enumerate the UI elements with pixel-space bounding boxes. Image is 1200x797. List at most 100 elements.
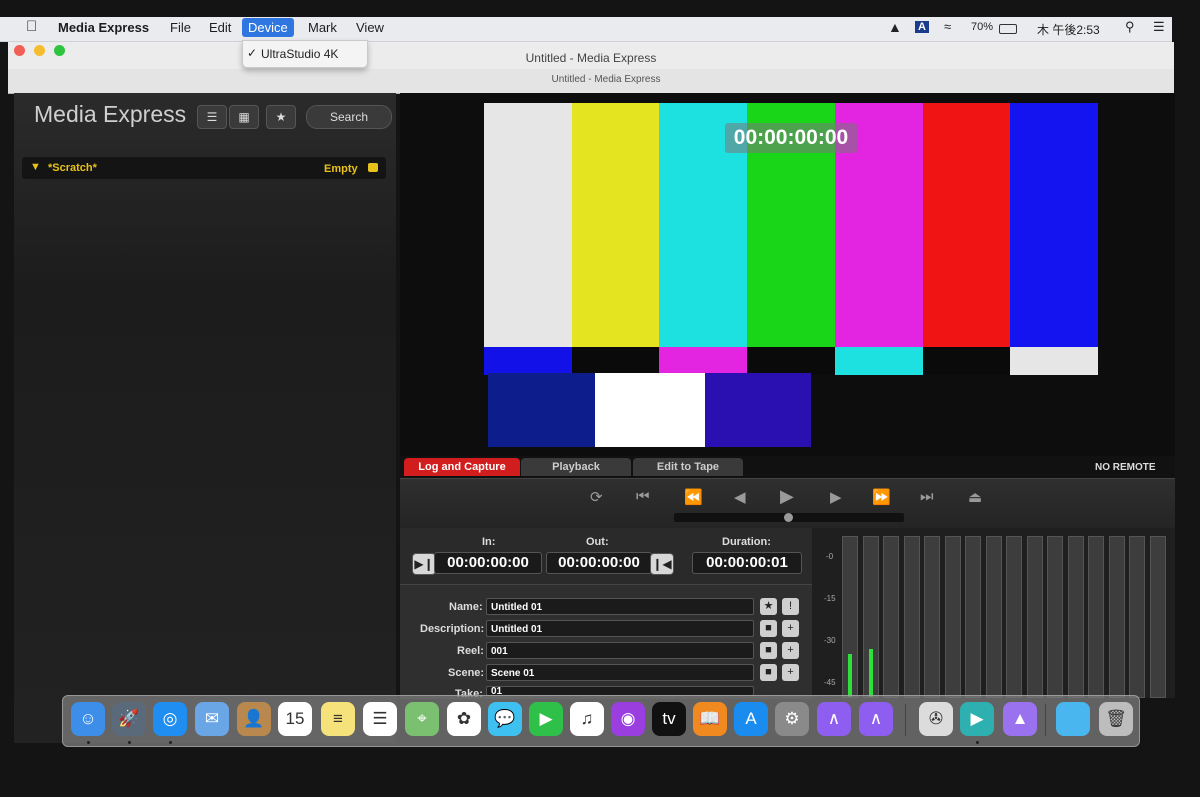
go-to-end-icon[interactable]: ⏭ — [920, 488, 934, 505]
finder-icon[interactable]: ☺ — [71, 702, 105, 736]
device-ultrastudio-item[interactable]: UltraStudio 4K — [261, 47, 338, 61]
step-forward-icon[interactable]: ▶ — [830, 488, 842, 506]
blackmagic-desktop-setup-icon[interactable]: ▲ — [1003, 702, 1037, 736]
mail-icon[interactable]: ✉ — [195, 702, 229, 736]
mark-out-button[interactable]: ❙◀ — [650, 553, 674, 575]
device-dropdown: ✓ UltraStudio 4K — [242, 40, 368, 68]
blackmagic-app-icon[interactable]: ∧ — [817, 702, 851, 736]
messages-icon[interactable]: 💬 — [488, 702, 522, 736]
in-label: In: — [482, 536, 496, 548]
scene-field[interactable]: Scene 01 — [486, 664, 754, 681]
reel-increment-button[interactable]: + — [782, 642, 799, 659]
jog-shuttle-knob[interactable] — [784, 513, 793, 522]
viewer-timecode: 00:00:00:00 — [725, 123, 857, 153]
launchpad-icon[interactable]: 🚀 — [112, 702, 146, 736]
color-bar — [659, 347, 747, 375]
calendar-icon[interactable]: 15 — [278, 702, 312, 736]
name-field[interactable]: Untitled 01 — [486, 598, 754, 615]
menu-file[interactable]: File — [170, 20, 191, 35]
video-viewer: 00:00:00:00 — [400, 93, 1175, 456]
notes-icon[interactable]: ≡ — [321, 702, 355, 736]
battery-icon[interactable] — [999, 24, 1017, 34]
scratch-bin-row[interactable]: ▼ *Scratch* Empty — [22, 157, 386, 179]
go-to-start-icon[interactable]: ⏮ — [636, 488, 650, 505]
color-bar — [484, 347, 572, 375]
color-bar — [572, 347, 660, 375]
media-browser: Media Express ☰ ▦ ★ Search ▼ *Scratch* E… — [14, 93, 396, 743]
loop-icon[interactable]: ⟳ — [590, 488, 603, 506]
disk-utility-icon[interactable]: ▶ — [960, 702, 994, 736]
jog-shuttle-slider[interactable] — [674, 513, 904, 522]
fast-forward-icon[interactable]: ⏩ — [872, 488, 891, 506]
good-take-button[interactable]: ! — [782, 598, 799, 615]
description-increment-button[interactable]: + — [782, 620, 799, 637]
play-icon[interactable]: ▶ — [780, 486, 794, 507]
blackmagic-app-icon-2[interactable]: ∧ — [859, 702, 893, 736]
system-preferences-icon[interactable]: ⚙ — [775, 702, 809, 736]
input-source-icon[interactable]: A — [915, 21, 929, 33]
menu-view[interactable]: View — [356, 20, 384, 35]
reel-lock-button[interactable]: ■ — [760, 642, 777, 659]
app-menu[interactable]: Media Express — [58, 20, 149, 35]
wifi-icon[interactable]: ≈ — [944, 19, 951, 34]
downloads-folder-icon[interactable] — [1056, 702, 1090, 736]
color-bar — [835, 347, 923, 375]
battery-percentage: 70% — [971, 21, 994, 33]
reminders-icon[interactable]: ☰ — [363, 702, 397, 736]
menu-device[interactable]: Device — [242, 18, 294, 37]
tab-log-and-capture[interactable]: Log and Capture — [404, 458, 520, 476]
menu-edit[interactable]: Edit — [209, 20, 231, 35]
in-timecode[interactable]: 00:00:00:00 — [434, 552, 542, 574]
meter-channel — [1149, 536, 1166, 698]
search-button[interactable]: Search — [306, 105, 392, 129]
sidebar-title: Media Express — [34, 101, 187, 127]
facetime-icon[interactable]: ▶ — [529, 702, 563, 736]
running-indicator — [87, 741, 90, 744]
podcasts-icon[interactable]: ◉ — [611, 702, 645, 736]
blackmagic-status-icon[interactable]: ▲ — [888, 19, 902, 35]
rewind-icon[interactable]: ⏪ — [684, 488, 703, 506]
color-bar — [705, 373, 811, 447]
eject-icon[interactable]: ⏏ — [968, 488, 982, 506]
description-field[interactable]: Untitled 01 — [486, 620, 754, 637]
window-title-bar: Untitled - Media Express — [8, 42, 1174, 70]
disclosure-triangle-icon[interactable]: ▼ — [30, 161, 41, 173]
tab-edit-to-tape[interactable]: Edit to Tape — [633, 458, 743, 476]
menu-clock[interactable]: 木 午後2:53 — [1037, 21, 1100, 38]
favorites-button[interactable]: ★ — [266, 105, 296, 129]
name-label: Name: — [449, 601, 483, 613]
maps-icon[interactable]: ⌖ — [405, 702, 439, 736]
media-express-icon[interactable]: ✇ — [919, 702, 953, 736]
contacts-icon[interactable]: 👤 — [237, 702, 271, 736]
description-lock-button[interactable]: ■ — [760, 620, 777, 637]
reel-field[interactable]: 001 — [486, 642, 754, 659]
grid-view-button[interactable]: ▦ — [229, 105, 259, 129]
favorite-star-button[interactable]: ★ — [760, 598, 777, 615]
meter-channel — [1067, 536, 1084, 698]
menu-mark[interactable]: Mark — [308, 20, 337, 35]
spotlight-search-icon[interactable]: ⚲ — [1125, 19, 1135, 35]
scene-increment-button[interactable]: + — [782, 664, 799, 681]
list-view-button[interactable]: ☰ — [197, 105, 227, 129]
meter-scale-30: -30 — [824, 636, 836, 645]
transport-controls: ⟳ ⏮ ⏪ ◀ ▶ ▶ ⏩ ⏭ ⏏ — [400, 478, 1175, 529]
books-icon[interactable]: 📖 — [693, 702, 727, 736]
apple-tv-icon[interactable]: tv — [652, 702, 686, 736]
photos-icon[interactable]: ✿ — [447, 702, 481, 736]
music-icon[interactable]: ♫ — [570, 702, 604, 736]
apple-menu-icon[interactable]:  — [26, 18, 37, 35]
mark-in-button[interactable]: ▶❙ — [412, 553, 436, 575]
trash-icon[interactable]: 🗑 — [1099, 702, 1133, 736]
menu-bar:  Media Express File Edit Device Mark Vi… — [0, 17, 1172, 42]
tab-playback[interactable]: Playback — [521, 458, 631, 476]
bin-name: *Scratch* — [48, 162, 97, 174]
meter-channel — [944, 536, 961, 698]
step-back-icon[interactable]: ◀ — [734, 488, 746, 506]
color-bar — [1010, 347, 1098, 375]
out-timecode[interactable]: 00:00:00:00 — [546, 552, 652, 574]
window-subtitle: Untitled - Media Express — [551, 74, 661, 85]
app-store-icon[interactable]: A — [734, 702, 768, 736]
safari-icon[interactable]: ◎ — [153, 702, 187, 736]
scene-lock-button[interactable]: ■ — [760, 664, 777, 681]
notification-center-icon[interactable]: ☰ — [1153, 19, 1165, 35]
